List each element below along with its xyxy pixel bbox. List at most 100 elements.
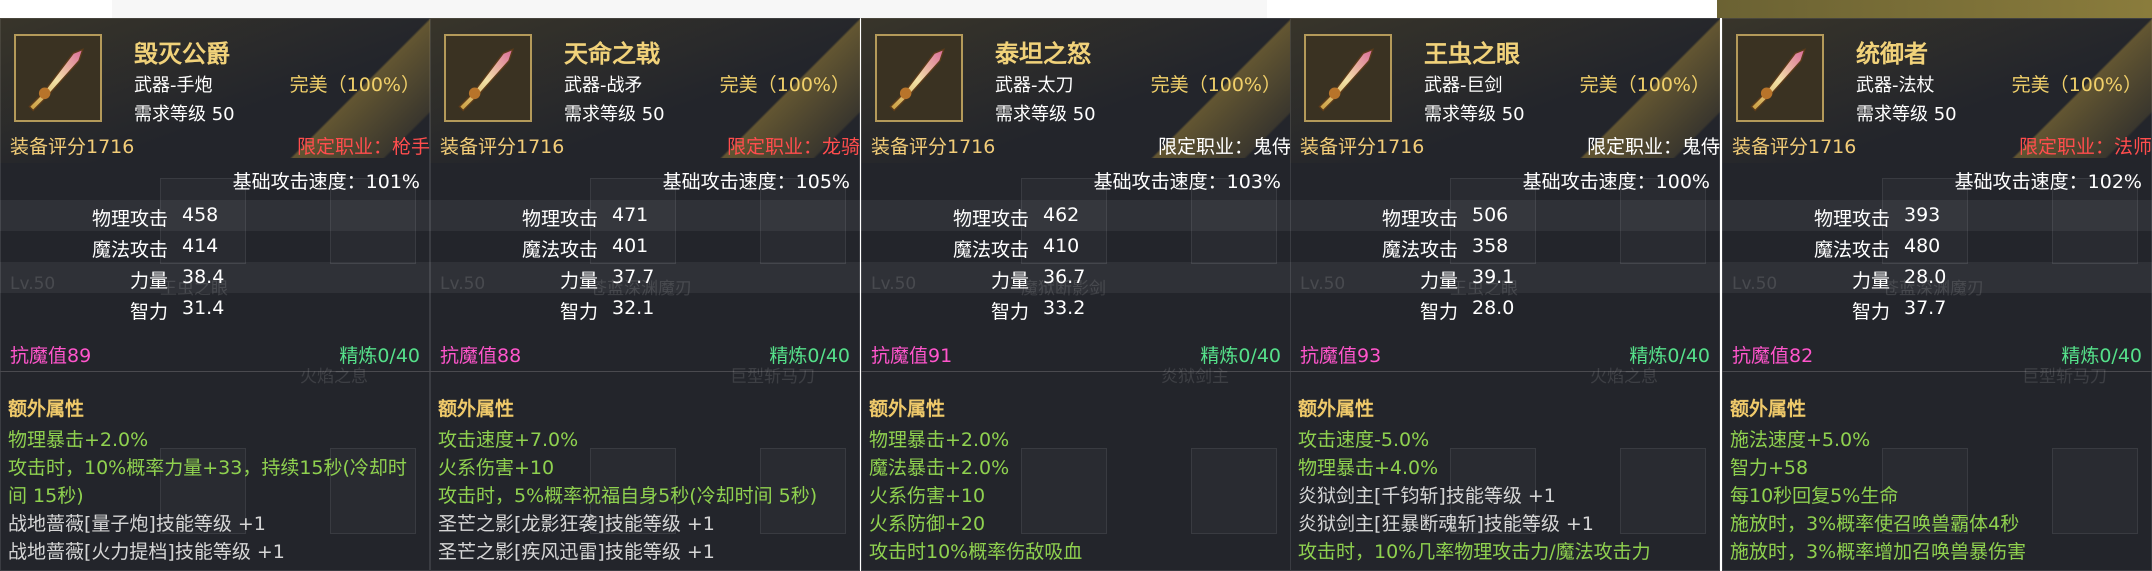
stat-list: 物理攻击 458 魔法攻击 414 力量 38.4 智力 31.4 (0, 200, 430, 324)
ghost-label: 王虫之眼 (1450, 279, 1518, 299)
ghost-label: Lv.50 (10, 274, 56, 294)
extra-attribute: 战地蔷薇[量子炮]技能等级 +1 (8, 513, 266, 535)
stat-row: 魔法攻击 410 (861, 231, 1291, 262)
stat-value: 32.1 (612, 297, 655, 319)
extra-attribute: 攻击速度-5.0% (1298, 429, 1430, 451)
magic-resistance: 抗魔值91 (871, 345, 953, 367)
item-name: 王虫之眼 (1424, 40, 1520, 68)
stat-label: 魔法攻击 (91, 239, 168, 261)
class-restriction-value: 龙骑 (821, 136, 860, 158)
base-attack-speed: 基础攻击速度：100% (1522, 171, 1710, 193)
stat-row: 魔法攻击 358 (1290, 231, 1720, 262)
stat-value: 414 (182, 235, 219, 257)
extra-attributes-list: 施法速度+5.0% 智力+58 每10秒回复5%生命 施放时，3%概率使召唤兽霸体4秒… (1730, 426, 2130, 566)
stat-row: 魔法攻击 401 (430, 231, 860, 262)
stat-row: 魔法攻击 480 (1722, 231, 2152, 262)
item-quality: 完美（100%） (1150, 74, 1281, 96)
class-restriction-label: 限定职业： (2018, 136, 2114, 158)
item-quality: 完美（100%） (1579, 74, 1710, 96)
class-restriction-value: 鬼侍 (1252, 136, 1291, 158)
stat-label: 智力 (129, 301, 168, 323)
extra-attribute: 攻击速度+7.0% (438, 429, 579, 451)
stat-row: 物理攻击 506 (1290, 200, 1720, 231)
extra-attribute: 火系伤害+10 (438, 457, 555, 479)
stat-value: 358 (1472, 235, 1509, 257)
extra-attributes-title: 额外属性 (8, 398, 85, 420)
extra-attributes-list: 物理暴击+2.0% 攻击时，10%概率力量+33，持续15秒(冷却时间 15秒) 战… (8, 426, 408, 566)
base-attack-speed: 基础攻击速度：102% (1954, 171, 2142, 193)
stat-value: 480 (1904, 235, 1941, 257)
stat-label: 物理攻击 (1381, 208, 1458, 230)
weapon-icon (1736, 34, 1824, 122)
ghost-label: Lv.50 (871, 274, 917, 294)
item-card-1: 毁灭公爵 武器-手炮 完美（100%） 需求等级 50 装备评分1716 限定职… (0, 18, 430, 571)
magic-resistance: 抗魔值82 (1732, 345, 1814, 367)
base-attack-speed: 基础攻击速度：101% (232, 171, 420, 193)
weapon-icon (875, 34, 963, 122)
extra-attribute: 每10秒回复5%生命 (1730, 485, 1899, 507)
class-restriction: 限定职业：鬼侍 (1587, 132, 1720, 159)
item-card-5: 统御者 武器-法杖 完美（100%） 需求等级 50 装备评分1716 限定职业… (1722, 18, 2152, 571)
item-quality: 完美（100%） (719, 74, 850, 96)
stat-value: 393 (1904, 204, 1941, 226)
extra-attribute: 智力+58 (1730, 457, 1809, 479)
stat-value: 458 (182, 204, 219, 226)
ghost-label: 魔狱断影剑 (1021, 279, 1106, 299)
ghost-label: Lv.50 (1732, 274, 1778, 294)
item-quality: 完美（100%） (289, 74, 420, 96)
item-name: 毁灭公爵 (134, 40, 230, 68)
extra-attribute: 魔法暴击+2.0% (869, 457, 1010, 479)
stat-label: 物理攻击 (1813, 208, 1890, 230)
stat-label: 智力 (559, 301, 598, 323)
extra-attributes-title: 额外属性 (869, 398, 946, 420)
class-restriction-label: 限定职业： (1586, 136, 1682, 158)
extra-attribute: 攻击时10%概率伤敌吸血 (869, 541, 1083, 563)
stat-row: 物理攻击 393 (1722, 200, 2152, 231)
weapon-icon (14, 34, 102, 122)
stat-list: 物理攻击 393 魔法攻击 480 力量 28.0 智力 37.7 (1722, 200, 2152, 324)
extra-attributes-list: 物理暴击+2.0% 魔法暴击+2.0% 火系伤害+10 火系防御+20 攻击时10%概率… (869, 426, 1269, 566)
weapon-icon (1304, 34, 1392, 122)
item-type: 武器-法杖 (1856, 75, 1935, 96)
stat-label: 魔法攻击 (1813, 239, 1890, 261)
class-restriction-value: 法师 (2113, 136, 2152, 158)
stat-row: 物理攻击 471 (430, 200, 860, 231)
extra-attribute: 战地蔷薇[火力提档]技能等级 +1 (8, 541, 285, 563)
required-level: 需求等级 50 (995, 104, 1096, 125)
item-type: 武器-太刀 (995, 75, 1074, 96)
extra-attribute: 圣芒之影[龙影狂袭]技能等级 +1 (438, 513, 715, 535)
stat-value: 410 (1043, 235, 1080, 257)
stat-value: 28.0 (1472, 297, 1515, 319)
item-name: 天命之戟 (564, 40, 660, 68)
class-restriction-label: 限定职业： (296, 136, 392, 158)
ghost-label: 苍蓝深渊魔刃 (1882, 279, 1984, 299)
top-gold-strip (1717, 0, 2152, 18)
extra-attribute: 炎狱剑主[千钧斩]技能等级 +1 (1298, 485, 1556, 507)
required-level: 需求等级 50 (1424, 104, 1525, 125)
ghost-label: 巨型斩马刀 (730, 367, 815, 387)
extra-attribute: 火系防御+20 (869, 513, 986, 535)
stat-label: 魔法攻击 (521, 239, 598, 261)
stat-value: 37.7 (1904, 297, 1947, 319)
item-type: 武器-战矛 (564, 75, 643, 96)
class-restriction: 限定职业：枪手 (297, 132, 430, 159)
stat-row: 物理攻击 458 (0, 200, 430, 231)
stat-value: 462 (1043, 204, 1080, 226)
class-restriction-value: 枪手 (391, 136, 430, 158)
stat-value: 471 (612, 204, 649, 226)
equipment-score: 装备评分1716 (1300, 136, 1425, 158)
item-name: 泰坦之怒 (995, 40, 1091, 68)
magic-resistance: 抗魔值88 (440, 345, 522, 367)
extra-attributes-title: 额外属性 (438, 398, 515, 420)
ghost-label: 火焰之息 (1590, 367, 1658, 387)
extra-attribute: 物理暴击+4.0% (1298, 457, 1439, 479)
stat-label: 智力 (1851, 301, 1890, 323)
extra-attribute: 物理暴击+2.0% (8, 429, 149, 451)
stat-value: 401 (612, 235, 649, 257)
equipment-score: 装备评分1716 (10, 136, 135, 158)
ghost-label: 巨型斩马刀 (2022, 367, 2107, 387)
stat-list: 物理攻击 506 魔法攻击 358 力量 39.1 智力 28.0 (1290, 200, 1720, 324)
stat-list: 物理攻击 471 魔法攻击 401 力量 37.7 智力 32.1 (430, 200, 860, 324)
equipment-score: 装备评分1716 (1732, 136, 1857, 158)
required-level: 需求等级 50 (564, 104, 665, 125)
